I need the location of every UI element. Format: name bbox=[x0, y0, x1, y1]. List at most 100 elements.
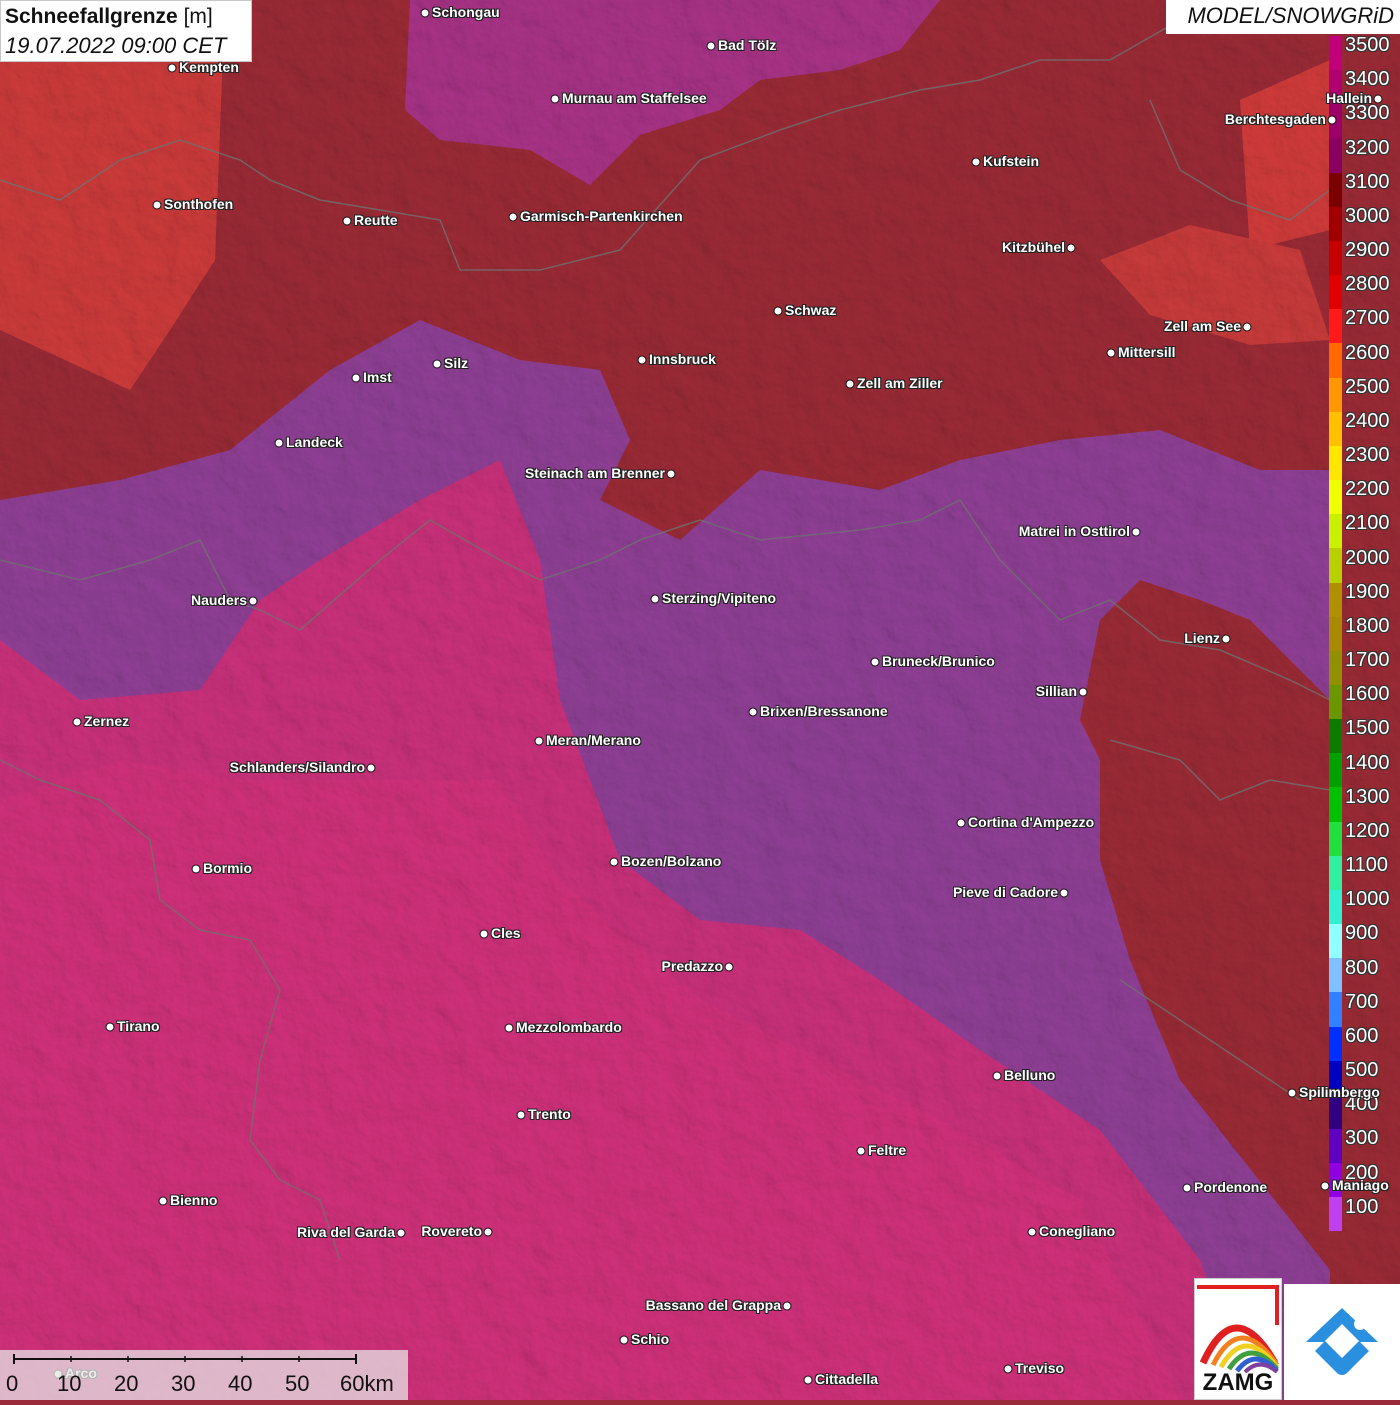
city-dot bbox=[870, 657, 880, 667]
city-dot bbox=[105, 1022, 115, 1032]
legend-color-2300 bbox=[1329, 445, 1342, 481]
scale-label: 10 bbox=[57, 1371, 82, 1396]
city-dot bbox=[956, 818, 966, 828]
legend-label: 1000 bbox=[1345, 888, 1390, 911]
city-dot bbox=[1182, 1183, 1192, 1193]
city-label: Conegliano bbox=[1039, 1223, 1116, 1239]
city-label: Lienz bbox=[1184, 630, 1220, 646]
city-label: Sterzing/Vipiteno bbox=[662, 590, 777, 606]
legend-label: 1800 bbox=[1345, 614, 1390, 637]
legend-color-3500 bbox=[1329, 36, 1342, 71]
city-label: Bassano del Grappa bbox=[645, 1297, 781, 1313]
city-label: Hallein bbox=[1326, 90, 1372, 106]
legend-label: 2200 bbox=[1345, 478, 1390, 501]
legend-label: 300 bbox=[1345, 1127, 1379, 1150]
city-label: Matrei in Osttirol bbox=[1018, 523, 1130, 539]
city-dot bbox=[351, 373, 361, 383]
city-dot bbox=[483, 1227, 493, 1237]
legend-color-1600 bbox=[1329, 684, 1342, 720]
city-label: Garmisch-Partenkirchen bbox=[520, 208, 683, 224]
legend-color-600 bbox=[1329, 1026, 1342, 1061]
city-dot bbox=[274, 438, 284, 448]
legend-label: 2800 bbox=[1345, 273, 1390, 296]
city-dot bbox=[1221, 634, 1231, 644]
snowgrid-logo bbox=[1284, 1284, 1400, 1400]
city-dot bbox=[1287, 1088, 1297, 1098]
city-label: Bormio bbox=[203, 860, 252, 876]
city-label: Kitzbühel bbox=[1002, 239, 1065, 255]
legend-color-700 bbox=[1329, 992, 1342, 1027]
city-label: Schongau bbox=[432, 4, 500, 20]
legend-color-2400 bbox=[1329, 411, 1342, 446]
city-label: Maniago bbox=[1332, 1177, 1389, 1193]
city-label: Schlanders/Silandro bbox=[229, 759, 365, 775]
city-label: Imst bbox=[363, 369, 392, 385]
model-label: MODEL/SNOWGRiD bbox=[1187, 3, 1394, 28]
city-label: Cles bbox=[491, 925, 521, 941]
legend-label: 1600 bbox=[1345, 683, 1390, 706]
city-dot bbox=[1373, 94, 1383, 104]
city-dot bbox=[248, 596, 258, 606]
city-dot bbox=[420, 8, 430, 18]
title-param: Schneefallgrenze bbox=[5, 5, 178, 28]
legend-color-800 bbox=[1329, 958, 1342, 993]
legend-label: 800 bbox=[1345, 956, 1379, 979]
city-label: Sonthofen bbox=[164, 196, 234, 212]
city-dot bbox=[1320, 1181, 1330, 1191]
legend-label: 3400 bbox=[1345, 68, 1390, 91]
city-dot bbox=[432, 359, 442, 369]
legend-label: 500 bbox=[1345, 1059, 1379, 1082]
legend-colorbar bbox=[1329, 36, 1342, 1232]
legend-label: 1200 bbox=[1345, 819, 1390, 842]
model-label-box: MODEL/SNOWGRiD bbox=[1166, 0, 1400, 34]
city-dot bbox=[366, 763, 376, 773]
city-label: Bad Tölz bbox=[718, 37, 777, 53]
legend-label: 1400 bbox=[1345, 751, 1390, 774]
city-label: Tirano bbox=[117, 1018, 160, 1034]
legend-label: 2500 bbox=[1345, 375, 1390, 398]
city-dot bbox=[516, 1110, 526, 1120]
scale-label: 30 bbox=[171, 1371, 196, 1396]
city-label: Mittersill bbox=[1118, 344, 1176, 360]
legend-label: 1900 bbox=[1345, 580, 1390, 603]
legend-label: 900 bbox=[1345, 922, 1379, 945]
city-label: Trento bbox=[528, 1106, 571, 1122]
snow-mountain-icon bbox=[1306, 1308, 1378, 1342]
city-dot bbox=[1106, 348, 1116, 358]
legend-color-2600 bbox=[1329, 343, 1342, 378]
city-label: Rovereto bbox=[421, 1223, 482, 1239]
city-label: Innsbruck bbox=[649, 351, 716, 367]
scale-label: 0 bbox=[6, 1371, 19, 1396]
city-label: Bienno bbox=[170, 1192, 218, 1208]
legend-label: 2000 bbox=[1345, 546, 1390, 569]
city-label: Brixen/Bressanone bbox=[760, 703, 888, 719]
legend-color-1400 bbox=[1329, 753, 1342, 788]
city-dot bbox=[992, 1071, 1002, 1081]
zamg-logo-text: ZAMG bbox=[1202, 1369, 1274, 1396]
city-dot bbox=[534, 736, 544, 746]
map-datetime: 19.07.2022 09:00 CET bbox=[5, 33, 227, 58]
legend-label: 2600 bbox=[1345, 341, 1390, 364]
city-dot bbox=[971, 157, 981, 167]
city-label: Pieve di Cadore bbox=[952, 884, 1058, 900]
legend-label: 3200 bbox=[1345, 136, 1390, 159]
city-dot bbox=[748, 707, 758, 717]
legend-color-3200 bbox=[1329, 138, 1342, 173]
legend-label: 2100 bbox=[1345, 512, 1390, 535]
city-label: Belluno bbox=[1004, 1067, 1056, 1083]
city-label: Meran/Merano bbox=[546, 732, 641, 748]
legend-label: 2400 bbox=[1345, 409, 1390, 432]
legend-color-1000 bbox=[1329, 889, 1342, 925]
city-label: Berchtesgaden bbox=[1224, 111, 1326, 127]
city-label: Cortina d'Ampezzo bbox=[968, 814, 1095, 830]
city-dot bbox=[504, 1023, 514, 1033]
legend-label: 1700 bbox=[1345, 649, 1390, 672]
city-label: Spilimbergo bbox=[1299, 1084, 1380, 1100]
city-dot bbox=[619, 1335, 629, 1345]
city-dot bbox=[1327, 115, 1337, 125]
legend-label: 700 bbox=[1345, 990, 1379, 1013]
city-dot bbox=[1066, 243, 1076, 253]
city-dot bbox=[1003, 1364, 1013, 1374]
legend-color-1300 bbox=[1329, 787, 1342, 822]
zamg-logo: ZAMG bbox=[1194, 1278, 1282, 1400]
